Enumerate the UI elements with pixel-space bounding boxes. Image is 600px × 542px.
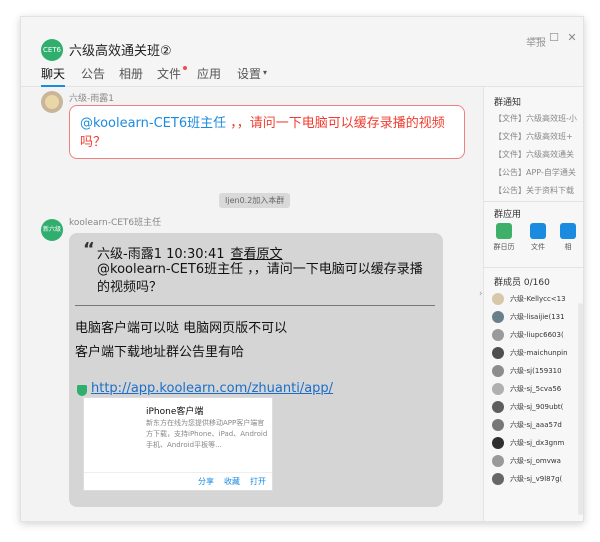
reply-line: 客户端下载地址群公告里有哈 [75, 345, 245, 360]
window-header: CET6 六级高效通关班② 举报 — ☐ ✕ [21, 17, 583, 61]
notice-item[interactable]: 【公告】APP-自学通关 [494, 167, 583, 178]
avatar [492, 329, 504, 341]
app-label: 文件 [531, 243, 545, 251]
quote-author-time: 六级-雨露1 10:30:41 [97, 247, 225, 262]
member-name: 六级-sj_v9l87g( [510, 475, 563, 483]
tab-bar: 聊天 公告 相册 文件 应用 设置 ▾ [21, 61, 583, 87]
group-members-title: 群成员 0/160 [494, 278, 550, 288]
app-calendar[interactable]: 群日历 [490, 223, 518, 252]
app-label: 相 [564, 243, 572, 251]
open-button[interactable]: 打开 [250, 476, 266, 487]
notice-item[interactable]: 【文件】六级高效班-小 [494, 113, 583, 124]
avatar [492, 383, 504, 395]
group-title: 六级高效通关班② [69, 44, 172, 59]
members-scrollbar[interactable] [578, 303, 583, 515]
member-name: 六级-maichunpin [510, 349, 568, 357]
tab-settings[interactable]: 设置 [237, 65, 261, 82]
section-divider [484, 201, 583, 202]
notice-item[interactable]: 【文件】六级高效班+ [494, 131, 583, 142]
card-title: iPhone客户端 [146, 407, 204, 417]
avatar [492, 311, 504, 323]
app-album[interactable]: 相 [558, 223, 578, 252]
url-link[interactable]: http://app.koolearn.com/zhuanti/app/ [91, 381, 333, 396]
system-message: Ijen0.2加入本群 [219, 193, 291, 208]
quote-body: @koolearn-CET6班主任 ，，请问一下电脑可以缓存录播的视频吗？ [97, 262, 423, 295]
tab-chat[interactable]: 聊天 [41, 65, 66, 87]
group-apps-title: 群应用 [494, 210, 522, 220]
quote-divider [75, 305, 435, 306]
member-item[interactable]: 六级-sj_v9l87g( [492, 471, 583, 487]
member-item[interactable]: 六级-sj(159310 [492, 363, 583, 379]
avatar [492, 473, 504, 485]
member-item[interactable]: 六级-sj_omvwa [492, 453, 583, 469]
member-name: 六级-sj_5cva56 [510, 385, 562, 393]
message-sender: koolearn-CET6班主任 [69, 218, 162, 228]
app-files[interactable]: 文件 [524, 223, 552, 252]
avatar [492, 401, 504, 413]
member-item[interactable]: 六级-lisaijie(131 [492, 309, 583, 325]
avatar[interactable] [41, 91, 63, 113]
link-preview-card[interactable]: iPhone客户端 新东方在线为您提供移动APP客户端官方下载，支持iPhone… [83, 397, 273, 491]
member-name: 六级-liupc6603( [510, 331, 564, 339]
avatar [492, 455, 504, 467]
notice-item[interactable]: 【文件】六级高效通关 [494, 149, 583, 160]
right-sidebar: 群通知 【文件】六级高效班-小 【文件】六级高效班+ 【文件】六级高效通关 【公… [483, 87, 583, 521]
card-divider [84, 472, 272, 473]
member-item[interactable]: 六级-Kellycc<13 [492, 291, 583, 307]
minimize-icon[interactable]: — [529, 31, 543, 45]
folder-icon [530, 223, 546, 239]
member-name: 六级-sj(159310 [510, 367, 562, 375]
avatar [492, 293, 504, 305]
notice-item[interactable]: 【公告】关于资料下载 [494, 185, 583, 196]
reply-line: 电脑客户端可以哒 电脑网页版不可以 [75, 321, 288, 336]
member-item[interactable]: 六级-sj_aaa57d [492, 417, 583, 433]
save-button[interactable]: 收藏 [224, 476, 240, 487]
member-item[interactable]: 六级-liupc6603( [492, 327, 583, 343]
avatar[interactable]: 新六级 [41, 219, 63, 241]
maximize-icon[interactable]: ☐ [547, 31, 561, 45]
view-original-link[interactable]: 查看原文 [230, 247, 282, 262]
member-name: 六级-Kellycc<13 [510, 295, 566, 303]
share-button[interactable]: 分享 [198, 476, 214, 487]
files-notification-dot [183, 66, 187, 70]
close-icon[interactable]: ✕ [565, 31, 579, 45]
mention-link[interactable]: @koolearn-CET6班主任 [80, 116, 226, 131]
member-name: 六级-sj_dx3gnm [510, 439, 565, 447]
quote-header: 六级-雨露1 10:30:41 查看原文 [97, 243, 283, 262]
avatar [492, 419, 504, 431]
tab-announcements[interactable]: 公告 [81, 65, 105, 82]
member-item[interactable]: 六级-sj_909ubt( [492, 399, 583, 415]
app-label: 群日历 [493, 243, 515, 251]
calendar-icon [496, 223, 512, 239]
group-notice-title: 群通知 [494, 98, 522, 108]
quote-icon: “ [83, 239, 95, 260]
tab-files[interactable]: 文件 [157, 65, 181, 82]
avatar [492, 437, 504, 449]
chat-window: CET6 六级高效通关班② 举报 — ☐ ✕ 聊天 公告 相册 文件 应用 设置… [20, 16, 584, 522]
shield-icon [77, 385, 87, 396]
message-bubble[interactable]: @koolearn-CET6班主任 ，，请问一下电脑可以缓存录播的视频吗？ [69, 105, 465, 159]
member-name: 六级-sj_aaa57d [510, 421, 562, 429]
avatar [492, 365, 504, 377]
member-name: 六级-lisaijie(131 [510, 313, 565, 321]
message-bubble[interactable]: “ 六级-雨露1 10:30:41 查看原文 @koolearn-CET6班主任 … [69, 233, 443, 507]
message-sender: 六级-雨露1 [69, 94, 114, 104]
chat-area[interactable]: 六级-雨露1 @koolearn-CET6班主任 ，，请问一下电脑可以缓存录播的… [21, 87, 483, 521]
member-item[interactable]: 六级-sj_dx3gnm [492, 435, 583, 451]
member-name: 六级-sj_omvwa [510, 457, 561, 465]
tab-apps[interactable]: 应用 [197, 65, 221, 82]
group-avatar[interactable]: CET6 [41, 39, 63, 61]
chevron-down-icon[interactable]: ▾ [263, 68, 267, 77]
album-icon [560, 223, 576, 239]
section-divider [484, 267, 583, 268]
member-item[interactable]: 六级-maichunpin [492, 345, 583, 361]
card-description: 新东方在线为您提供移动APP客户端官方下载，支持iPhone、iPad、Andr… [146, 419, 268, 449]
avatar [492, 347, 504, 359]
tab-album[interactable]: 相册 [119, 65, 143, 82]
member-name: 六级-sj_909ubt( [510, 403, 564, 411]
member-item[interactable]: 六级-sj_5cva56 [492, 381, 583, 397]
